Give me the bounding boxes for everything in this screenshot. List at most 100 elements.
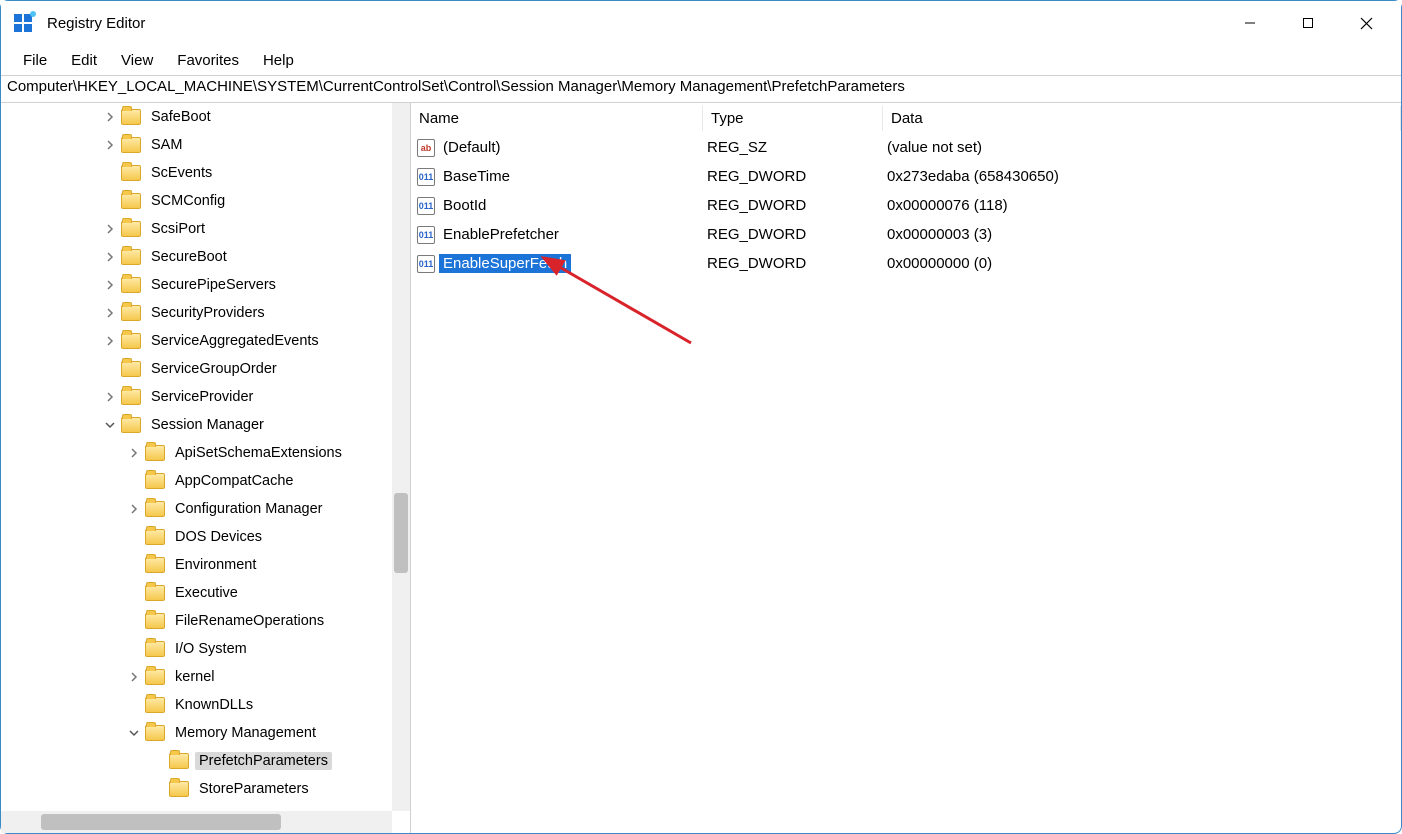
tree-item[interactable]: SecureBoot <box>1 243 392 271</box>
menu-file[interactable]: File <box>11 48 59 73</box>
values-list[interactable]: ab(Default)REG_SZ(value not set)011BaseT… <box>411 133 1401 278</box>
tree-item-label: SecureBoot <box>147 248 231 266</box>
folder-icon <box>121 333 141 349</box>
tree-item-label: SecurePipeServers <box>147 276 280 294</box>
column-type[interactable]: Type <box>703 106 883 131</box>
tree-item[interactable]: PrefetchParameters <box>1 747 392 775</box>
chevron-down-icon[interactable] <box>125 724 143 742</box>
value-data: 0x00000003 (3) <box>883 226 1401 243</box>
tree-item[interactable]: Environment <box>1 551 392 579</box>
value-type: REG_DWORD <box>703 168 883 185</box>
tree-item[interactable]: SAM <box>1 131 392 159</box>
close-button[interactable] <box>1337 3 1395 43</box>
tree-item-label: ServiceAggregatedEvents <box>147 332 323 350</box>
string-value-icon: ab <box>417 139 435 157</box>
value-name: EnablePrefetcher <box>439 225 563 244</box>
chevron-right-icon[interactable] <box>101 136 119 154</box>
tree-item[interactable]: KnownDLLs <box>1 691 392 719</box>
tree-item-label: ServiceGroupOrder <box>147 360 281 378</box>
tree-item-label: Environment <box>171 556 260 574</box>
tree-item[interactable]: ApiSetSchemaExtensions <box>1 439 392 467</box>
value-row[interactable]: 011BootIdREG_DWORD0x00000076 (118) <box>411 191 1401 220</box>
folder-icon <box>145 669 165 685</box>
folder-icon <box>145 613 165 629</box>
chevron-right-icon[interactable] <box>101 276 119 294</box>
tree-item[interactable]: Memory Management <box>1 719 392 747</box>
folder-icon <box>145 529 165 545</box>
tree-item[interactable]: StoreParameters <box>1 775 392 803</box>
tree-item[interactable]: kernel <box>1 663 392 691</box>
chevron-right-icon[interactable] <box>101 220 119 238</box>
column-name[interactable]: Name <box>411 106 703 131</box>
tree-item[interactable]: ScsiPort <box>1 215 392 243</box>
value-data: (value not set) <box>883 139 1401 156</box>
tree-item[interactable]: SafeBoot <box>1 103 392 131</box>
folder-icon <box>121 221 141 237</box>
scrollbar-thumb[interactable] <box>394 493 408 573</box>
tree-item[interactable]: I/O System <box>1 635 392 663</box>
chevron-right-icon[interactable] <box>101 388 119 406</box>
tree-item[interactable]: Executive <box>1 579 392 607</box>
window-controls <box>1221 3 1395 43</box>
folder-icon <box>145 473 165 489</box>
value-row[interactable]: 011EnableSuperFetchREG_DWORD0x00000000 (… <box>411 249 1401 278</box>
value-row[interactable]: ab(Default)REG_SZ(value not set) <box>411 133 1401 162</box>
chevron-right-icon[interactable] <box>101 248 119 266</box>
tree-item-label: AppCompatCache <box>171 472 298 490</box>
tree-item-label: Executive <box>171 584 242 602</box>
tree-item-label: I/O System <box>171 640 251 658</box>
minimize-button[interactable] <box>1221 3 1279 43</box>
menu-edit[interactable]: Edit <box>59 48 109 73</box>
tree-item[interactable]: ServiceProvider <box>1 383 392 411</box>
folder-icon <box>121 249 141 265</box>
chevron-right-icon[interactable] <box>125 500 143 518</box>
tree-item[interactable]: ScEvents <box>1 159 392 187</box>
tree-item[interactable]: SecurityProviders <box>1 299 392 327</box>
tree-item[interactable]: AppCompatCache <box>1 467 392 495</box>
registry-tree[interactable]: SafeBootSAMScEventsSCMConfigScsiPort Secu… <box>1 103 392 803</box>
tree-horizontal-scrollbar[interactable] <box>1 811 392 833</box>
folder-icon <box>145 557 165 573</box>
chevron-right-icon[interactable] <box>125 444 143 462</box>
menu-view[interactable]: View <box>109 48 165 73</box>
values-pane: Name Type Data ab(Default)REG_SZ(value n… <box>411 103 1401 833</box>
tree-item[interactable]: SecurePipeServers <box>1 271 392 299</box>
maximize-button[interactable] <box>1279 3 1337 43</box>
chevron-down-icon[interactable] <box>101 416 119 434</box>
menu-favorites[interactable]: Favorites <box>165 48 251 73</box>
window-title: Registry Editor <box>47 15 145 32</box>
scrollbar-thumb[interactable] <box>41 814 281 830</box>
value-name: EnableSuperFetch <box>439 254 571 273</box>
folder-icon <box>145 697 165 713</box>
folder-icon <box>169 753 189 769</box>
chevron-right-icon[interactable] <box>101 332 119 350</box>
tree-item-label: ServiceProvider <box>147 388 257 406</box>
folder-icon <box>121 389 141 405</box>
menu-help[interactable]: Help <box>251 48 306 73</box>
address-bar[interactable]: Computer\HKEY_LOCAL_MACHINE\SYSTEM\Curre… <box>1 75 1401 103</box>
tree-vertical-scrollbar[interactable] <box>392 103 410 811</box>
column-data[interactable]: Data <box>883 106 1401 131</box>
tree-item[interactable]: FileRenameOperations <box>1 607 392 635</box>
value-name: (Default) <box>439 138 505 157</box>
tree-item[interactable]: Session Manager <box>1 411 392 439</box>
value-data: 0x00000000 (0) <box>883 255 1401 272</box>
tree-item[interactable]: SCMConfig <box>1 187 392 215</box>
folder-icon <box>121 305 141 321</box>
chevron-right-icon[interactable] <box>101 304 119 322</box>
tree-item[interactable]: DOS Devices <box>1 523 392 551</box>
chevron-right-icon[interactable] <box>125 668 143 686</box>
tree-item-label: PrefetchParameters <box>195 752 332 770</box>
folder-icon <box>121 109 141 125</box>
title-bar: Registry Editor <box>1 1 1401 45</box>
value-row[interactable]: 011EnablePrefetcherREG_DWORD0x00000003 (… <box>411 220 1401 249</box>
folder-icon <box>145 641 165 657</box>
tree-item[interactable]: Configuration Manager <box>1 495 392 523</box>
tree-item[interactable]: ServiceAggregatedEvents <box>1 327 392 355</box>
folder-icon <box>121 165 141 181</box>
chevron-right-icon[interactable] <box>101 108 119 126</box>
value-row[interactable]: 011BaseTimeREG_DWORD0x273edaba (65843065… <box>411 162 1401 191</box>
tree-item[interactable]: ServiceGroupOrder <box>1 355 392 383</box>
folder-icon <box>121 361 141 377</box>
folder-icon <box>121 277 141 293</box>
